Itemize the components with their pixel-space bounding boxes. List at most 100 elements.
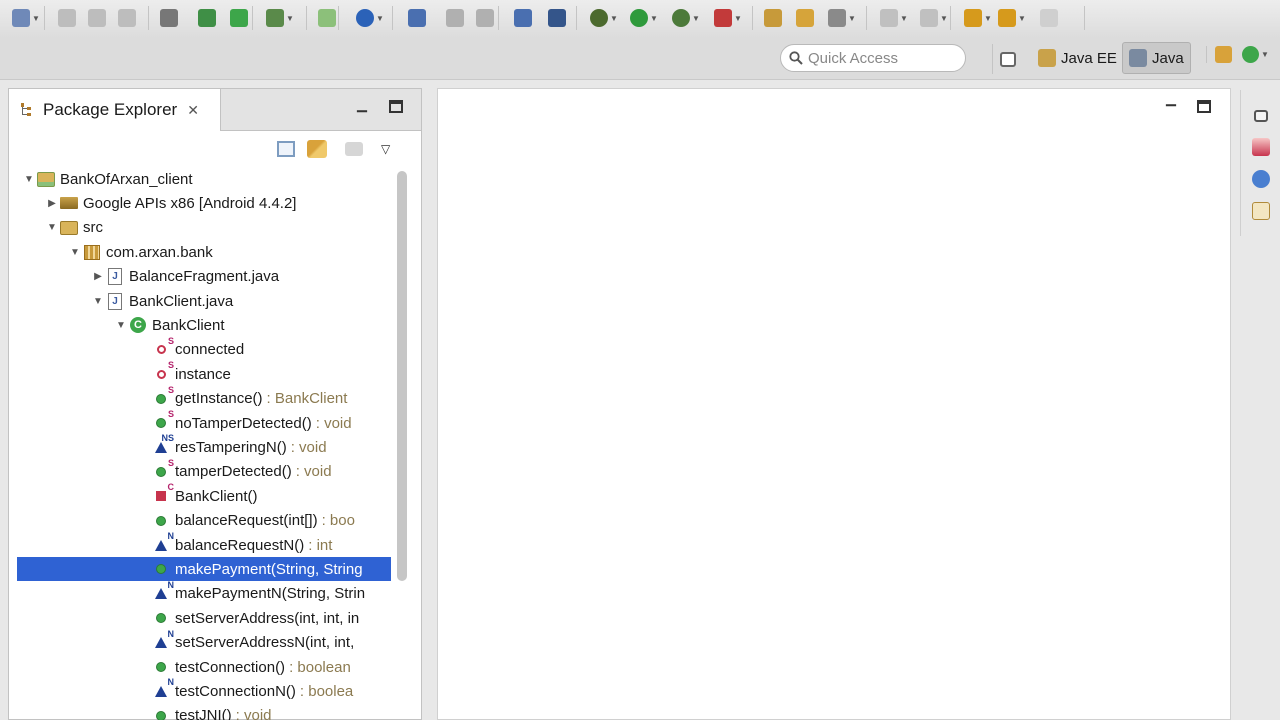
public-method-icon	[152, 707, 170, 720]
tree-toggle-icon[interactable]: ▼	[115, 320, 127, 331]
tree-item[interactable]: balanceRequest(int[]): boo	[17, 509, 399, 533]
tree-toggle-icon[interactable]: ▼	[23, 174, 35, 185]
tree-toggle-icon[interactable]: ▶	[92, 271, 104, 282]
open-task-button[interactable]	[796, 5, 814, 31]
tree-toggle-icon[interactable]: ▼	[46, 222, 58, 233]
view-menu-icon[interactable]: ▽	[381, 142, 390, 156]
javadoc-icon[interactable]	[1252, 170, 1270, 188]
chevron-down-icon[interactable]: ▼	[984, 14, 992, 23]
maximize-icon[interactable]	[389, 100, 403, 113]
restore-icon[interactable]	[1254, 110, 1268, 122]
tree-item[interactable]: SnoTamperDetected(): void	[17, 409, 399, 435]
chevron-down-icon[interactable]: ▼	[286, 14, 294, 23]
chevron-down-icon[interactable]: ▼	[376, 14, 384, 23]
chevron-down-icon[interactable]: ▼	[650, 14, 658, 23]
save-button[interactable]	[58, 5, 76, 31]
tree-item[interactable]: setServerAddress(int, int, in	[17, 606, 399, 630]
skip-breakpoints-button[interactable]	[408, 5, 426, 31]
tree-item[interactable]: makePayment(String, String	[17, 557, 391, 582]
chevron-down-icon[interactable]: ▼	[848, 14, 856, 23]
package-explorer-view: Package Explorer ✕ ▁ ▽ ▼ BankOfArxan_clie…	[8, 88, 422, 720]
pen-button[interactable]	[446, 5, 464, 31]
tree-item[interactable]: Sinstance	[17, 360, 399, 386]
tree-item[interactable]: NmakePaymentN(String, Strin	[17, 579, 399, 606]
open-type-button[interactable]	[764, 5, 782, 31]
tree-toggle-icon[interactable]: ▶	[46, 198, 58, 209]
prev-annotation-button[interactable]: ▼	[920, 5, 948, 31]
print-button[interactable]	[118, 5, 136, 31]
tree-item[interactable]: ▶ Google APIs x86 [Android 4.4.2]	[17, 191, 399, 215]
minimize-icon[interactable]: ▁	[357, 97, 367, 113]
tree-item[interactable]: ▶ J BalanceFragment.java	[17, 265, 399, 289]
tree-item-label: connected	[175, 341, 245, 359]
chevron-down-icon[interactable]: ▼	[900, 14, 908, 23]
minimize-icon[interactable]: ▁	[1166, 91, 1176, 107]
open-perspective-button[interactable]	[992, 44, 1022, 74]
back-button[interactable]: ▼	[964, 5, 992, 31]
next-annotation-button[interactable]: ▼	[880, 5, 908, 31]
tree-item[interactable]: C BankClient()	[17, 482, 399, 508]
external-tools-button[interactable]: ▼	[714, 5, 742, 31]
wand-button[interactable]	[476, 5, 494, 31]
coverage-button[interactable]: ▼	[672, 5, 700, 31]
search-button[interactable]: ▼	[828, 5, 856, 31]
tree-item[interactable]: SgetInstance(): BankClient	[17, 385, 399, 411]
quick-access-input[interactable]	[808, 49, 958, 67]
icon-overlay-label: N	[167, 579, 175, 590]
chevron-down-icon[interactable]: ▼	[692, 14, 700, 23]
run-button[interactable]: ▼	[630, 5, 658, 31]
tree-item-label: Google APIs x86 [Android 4.4.2]	[83, 194, 297, 212]
link-with-editor-icon[interactable]	[307, 140, 327, 158]
avd-manager-button[interactable]	[230, 5, 248, 31]
chevron-down-icon[interactable]: ▼	[32, 14, 40, 23]
tree-item[interactable]: Sconnected	[17, 336, 399, 362]
project-tree[interactable]: ▼ BankOfArxan_client ▶ Google APIs x86 [And…	[17, 167, 399, 720]
grid-icon	[1215, 46, 1232, 63]
search-icon	[789, 51, 803, 65]
android-sdk-button[interactable]	[160, 5, 178, 31]
tree-item[interactable]: ▼ C BankClient	[17, 313, 399, 337]
window-button[interactable]	[514, 5, 532, 31]
tree-item[interactable]: testJNI(): void	[17, 704, 399, 720]
tree-item[interactable]: NsetServerAddressN(int, int,	[17, 629, 399, 655]
chevron-down-icon[interactable]: ▼	[734, 14, 742, 23]
close-icon[interactable]: ✕	[187, 102, 199, 119]
tree-item[interactable]: ▼ BankOfArxan_client	[17, 167, 399, 191]
chevron-down-icon[interactable]: ▼	[940, 14, 948, 23]
tree-item[interactable]: NS resTamperingN(): void	[17, 433, 399, 459]
tree-item[interactable]: testConnection(): boolean	[17, 655, 399, 679]
perspective-java-ee[interactable]: Java EE	[1032, 42, 1123, 74]
tree-item[interactable]: NtestConnectionN(): boolea	[17, 677, 399, 703]
chevron-down-icon[interactable]: ▼	[610, 14, 618, 23]
tree-toggle-icon[interactable]: ▼	[92, 296, 104, 307]
tree-item[interactable]: ▼ com.arxan.bank	[17, 240, 399, 264]
quick-access-field[interactable]	[780, 44, 966, 72]
tree-toggle-icon[interactable]: ▼	[69, 247, 81, 258]
skip-breakpoints-icon	[408, 9, 426, 27]
tab-package-explorer[interactable]: Package Explorer ✕	[9, 89, 221, 131]
help-button[interactable]: ▼	[356, 5, 384, 31]
tree-item[interactable]: NbalanceRequestN(): int	[17, 531, 399, 557]
forward-button[interactable]: ▼	[998, 5, 1026, 31]
collapse-all-icon[interactable]	[277, 141, 295, 157]
tree-item[interactable]: ▼ src	[17, 216, 399, 240]
outline-icon[interactable]	[1252, 138, 1270, 156]
project-button[interactable]	[318, 5, 336, 31]
maximize-icon[interactable]	[1197, 100, 1211, 113]
save-all-button[interactable]	[88, 5, 106, 31]
tree-item[interactable]: ▼ J BankClient.java	[17, 289, 399, 313]
declaration-icon[interactable]	[1252, 202, 1270, 220]
tree-item[interactable]: StamperDetected(): void	[17, 458, 399, 484]
checkbox-button[interactable]: ▼	[266, 5, 294, 31]
download-button[interactable]	[198, 5, 216, 31]
device-button[interactable]	[548, 5, 566, 31]
source-folder-icon	[60, 219, 78, 237]
git-perspective-button[interactable]: ▼	[1206, 46, 1269, 63]
focus-task-icon[interactable]	[345, 142, 363, 156]
chevron-down-icon[interactable]: ▼	[1018, 14, 1026, 23]
debug-button[interactable]: ▼	[590, 5, 618, 31]
new-button[interactable]: ▼	[12, 5, 40, 31]
perspective-java[interactable]: Java	[1122, 42, 1191, 74]
tree-scrollbar-thumb[interactable]	[397, 171, 407, 581]
pin-button[interactable]	[1040, 5, 1058, 31]
